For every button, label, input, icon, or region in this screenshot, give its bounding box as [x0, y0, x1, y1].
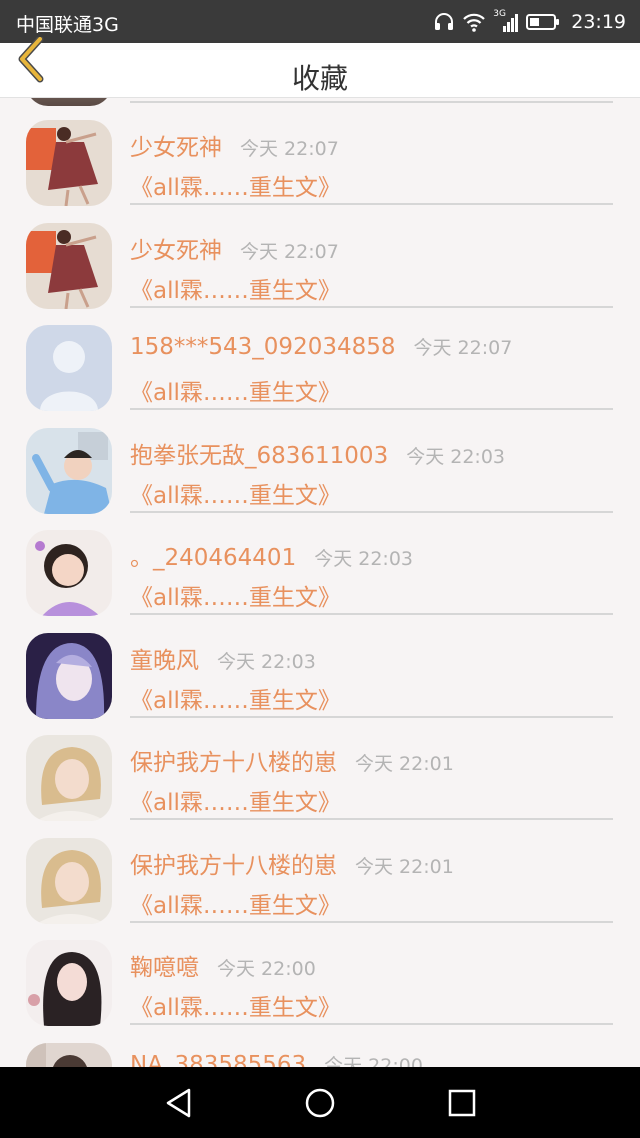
- title-bar: 收藏: [0, 37, 640, 98]
- user-name-line: 158***543_092034858 今天 22:07: [130, 333, 512, 360]
- favorite-title[interactable]: 《all霖……重生文》: [130, 578, 341, 612]
- favorite-title[interactable]: 《all霖……重生文》: [130, 886, 341, 920]
- avatar[interactable]: [26, 735, 112, 821]
- user-name[interactable]: 158***543_092034858: [130, 334, 396, 360]
- battery-icon: [526, 14, 560, 30]
- favorite-title[interactable]: 《all霖……重生文》: [130, 476, 341, 510]
- avatar[interactable]: [26, 428, 112, 514]
- user-name[interactable]: 抱拳张无敌_683611003: [130, 443, 388, 469]
- favorite-title[interactable]: 《all霖……重生文》: [130, 988, 341, 1022]
- headset-icon: [435, 13, 454, 30]
- row-divider: [130, 818, 613, 820]
- favorite-title[interactable]: 《all霖……重生文》: [130, 373, 341, 407]
- nav-recents-icon[interactable]: [444, 1085, 480, 1121]
- user-name[interactable]: 少女死神: [130, 135, 222, 161]
- status-bar: 中国联通3G 3G 23:19: [0, 0, 640, 43]
- list-item[interactable]: 少女死神 今天 22:07 《all霖……重生文》: [0, 221, 640, 323]
- row-divider: [130, 613, 613, 615]
- user-name[interactable]: 。_240464401: [130, 545, 296, 571]
- list-item[interactable]: 童晚风 今天 22:03 《all霖……重生文》: [0, 631, 640, 733]
- user-name-line: 少女死神 今天 22:07: [130, 231, 339, 265]
- row-divider: [130, 921, 613, 923]
- system-navigation-bar: [0, 1067, 640, 1138]
- user-name-line: 保护我方十八楼的崽 今天 22:01: [130, 743, 454, 777]
- user-name-line: 保护我方十八楼的崽 今天 22:01: [130, 846, 454, 880]
- timestamp: 今天 22:03: [314, 548, 413, 570]
- timestamp: 今天 22:07: [413, 337, 513, 359]
- signal-icon: 3G: [493, 9, 519, 33]
- timestamp: 今天 22:07: [240, 241, 339, 263]
- top-divider: [130, 101, 613, 103]
- avatar[interactable]: [26, 940, 112, 1026]
- avatar[interactable]: [26, 325, 112, 411]
- list-item[interactable]: NA_383585563 今天 22:00: [0, 1041, 640, 1067]
- list-item[interactable]: 抱拳张无敌_683611003 今天 22:03 《all霖……重生文》: [0, 426, 640, 528]
- row-divider: [130, 306, 613, 308]
- user-name[interactable]: 鞠噫噫: [130, 955, 199, 981]
- list-item[interactable]: 保护我方十八楼的崽 今天 22:01 《all霖……重生文》: [0, 836, 640, 938]
- user-name-line: NA_383585563 今天 22:00: [130, 1051, 423, 1067]
- status-time: 23:19: [571, 11, 626, 33]
- list-item[interactable]: 保护我方十八楼的崽 今天 22:01 《all霖……重生文》: [0, 733, 640, 835]
- favorite-title[interactable]: 《all霖……重生文》: [130, 783, 341, 817]
- row-divider: [130, 203, 613, 205]
- user-name-line: 。_240464401 今天 22:03: [130, 538, 413, 572]
- nav-home-icon[interactable]: [302, 1085, 338, 1121]
- list-item[interactable]: 鞠噫噫 今天 22:00 《all霖……重生文》: [0, 938, 640, 1040]
- wifi-icon: [463, 13, 486, 32]
- user-name[interactable]: NA_383585563: [130, 1052, 306, 1067]
- list-item[interactable]: 。_240464401 今天 22:03 《all霖……重生文》: [0, 528, 640, 630]
- timestamp: 今天 22:01: [355, 856, 454, 878]
- user-name-line: 抱拳张无敌_683611003 今天 22:03: [130, 436, 505, 470]
- favorites-list[interactable]: 少女死神 今天 22:07 《all霖……重生文》 少女死神 今天 22:07 《all霖…: [0, 98, 640, 1067]
- timestamp: 今天 22:00: [324, 1055, 423, 1067]
- timestamp: 今天 22:07: [240, 138, 339, 160]
- user-name-line: 童晚风 今天 22:03: [130, 641, 316, 675]
- favorite-title[interactable]: 《all霖……重生文》: [130, 271, 341, 305]
- user-name[interactable]: 保护我方十八楼的崽: [130, 750, 337, 776]
- avatar[interactable]: [26, 530, 112, 616]
- list-item[interactable]: 158***543_092034858 今天 22:07 《all霖……重生文》: [0, 323, 640, 425]
- avatar[interactable]: [26, 223, 112, 309]
- user-name-line: 少女死神 今天 22:07: [130, 128, 339, 162]
- nav-back-icon[interactable]: [160, 1085, 196, 1121]
- page-title: 收藏: [291, 62, 348, 95]
- row-divider: [130, 716, 613, 718]
- timestamp: 今天 22:03: [406, 446, 505, 468]
- user-name[interactable]: 保护我方十八楼的崽: [130, 853, 337, 879]
- favorite-title[interactable]: 《all霖……重生文》: [130, 681, 341, 715]
- avatar[interactable]: [26, 120, 112, 206]
- timestamp: 今天 22:03: [217, 651, 316, 673]
- list-item[interactable]: 少女死神 今天 22:07 《all霖……重生文》: [0, 118, 640, 220]
- favorite-title[interactable]: 《all霖……重生文》: [130, 168, 341, 202]
- avatar[interactable]: [26, 1043, 112, 1067]
- carrier-name: 中国联通3G: [16, 14, 119, 36]
- user-name[interactable]: 童晚风: [130, 648, 199, 674]
- timestamp: 今天 22:00: [217, 958, 316, 980]
- user-name[interactable]: 少女死神: [130, 238, 222, 264]
- avatar[interactable]: [26, 633, 112, 719]
- row-divider: [130, 511, 613, 513]
- row-divider: [130, 1023, 613, 1025]
- user-name-line: 鞠噫噫 今天 22:00: [130, 948, 316, 982]
- avatar-partial-top: [26, 98, 112, 106]
- avatar[interactable]: [26, 838, 112, 924]
- status-icons: 3G 23:19: [433, 9, 626, 35]
- timestamp: 今天 22:01: [355, 753, 454, 775]
- row-divider: [130, 408, 613, 410]
